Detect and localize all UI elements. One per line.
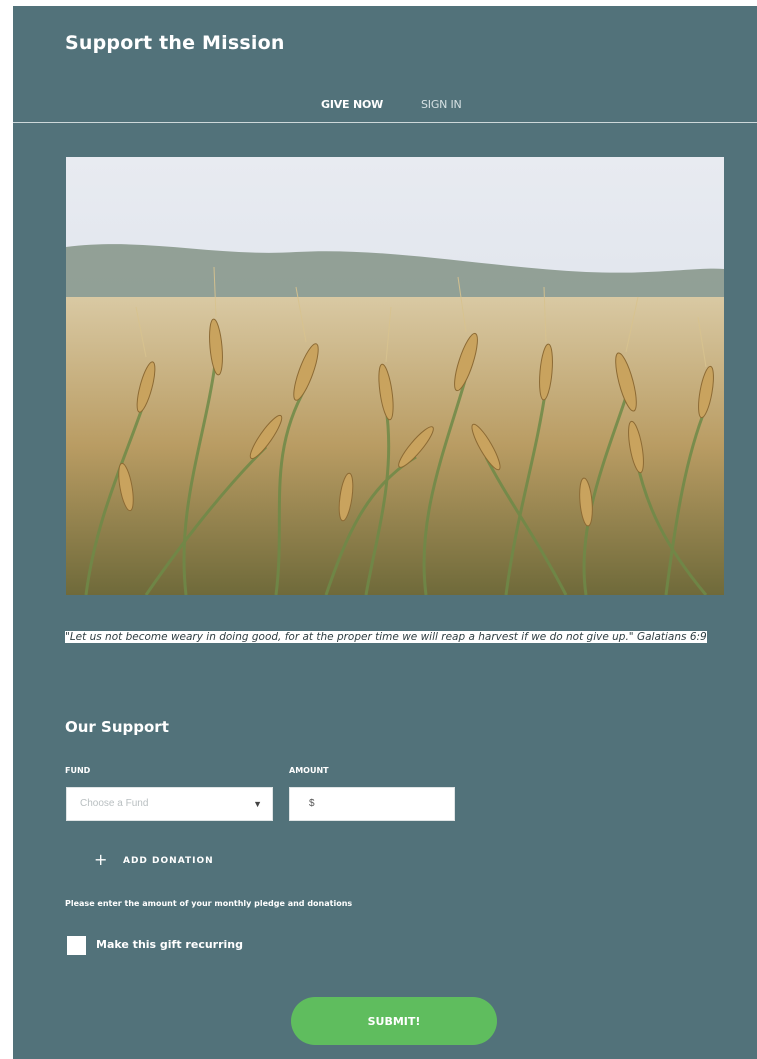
pledge-help-text: Please enter the amount of your monthly … [65, 899, 353, 908]
wheat-field-image [66, 157, 724, 595]
amount-input[interactable]: $ [289, 787, 455, 821]
nav-give-now[interactable]: GIVE NOW [321, 98, 383, 111]
site-title: Support the Mission [65, 32, 285, 54]
recurring-checkbox[interactable] [67, 936, 86, 955]
nav-sign-in[interactable]: SIGN IN [421, 98, 462, 111]
scripture-quote-text: "Let us not become weary in doing good, … [65, 631, 707, 643]
page-container: Support the Mission GIVE NOW SIGN IN "Le… [13, 6, 757, 1059]
fund-select[interactable]: Choose a Fund ▼ [66, 787, 273, 821]
nav-divider [13, 122, 757, 123]
submit-button[interactable]: SUBMIT! [291, 997, 497, 1045]
wheat-field-illustration [66, 157, 724, 595]
fund-label: FUND [65, 766, 91, 775]
currency-symbol: $ [309, 798, 315, 809]
section-title-our-support: Our Support [65, 718, 169, 736]
amount-label: AMOUNT [289, 766, 329, 775]
add-donation-label: ADD DONATION [123, 856, 214, 866]
fund-select-placeholder: Choose a Fund [80, 798, 149, 809]
recurring-label: Make this gift recurring [96, 938, 243, 951]
plus-icon: + [94, 850, 108, 869]
main-nav: GIVE NOW SIGN IN [13, 98, 757, 122]
scripture-quote: "Let us not become weary in doing good, … [65, 630, 727, 645]
dropdown-arrow-icon: ▼ [253, 799, 262, 809]
